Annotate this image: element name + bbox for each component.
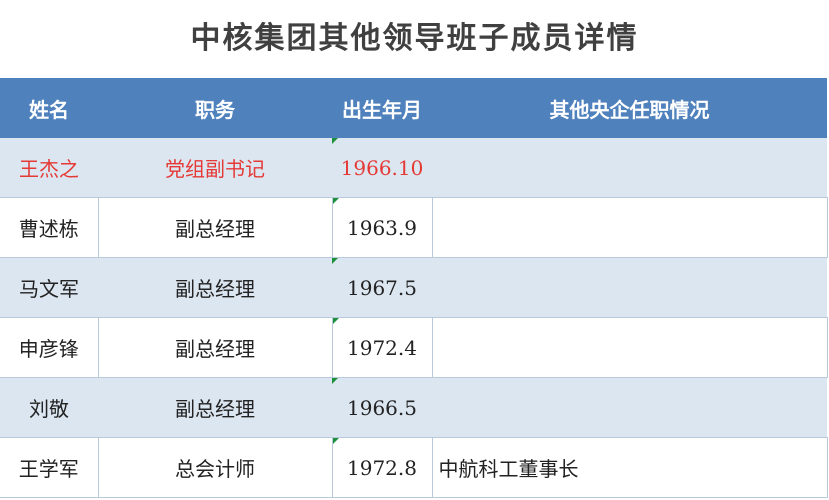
- cell-birth[interactable]: 1967.5: [332, 257, 432, 318]
- comment-marker-icon: [332, 258, 338, 264]
- comment-marker-icon: [332, 438, 339, 444]
- table-row: 刘敬 副总经理 1966.5: [0, 377, 827, 438]
- cell-name[interactable]: 马文军: [0, 257, 98, 318]
- cell-birth-value: 1972.4: [347, 335, 417, 360]
- comment-marker-icon: [332, 378, 338, 384]
- comment-marker-icon: [332, 198, 339, 204]
- header-position[interactable]: 职务: [98, 78, 332, 138]
- cell-name[interactable]: 曹述栋: [0, 197, 99, 258]
- cell-position[interactable]: 副总经理: [98, 197, 333, 258]
- cell-birth-value: 1966.10: [340, 155, 424, 180]
- page-title: 中核集团其他领导班子成员详情: [190, 21, 639, 56]
- cell-position[interactable]: 副总经理: [98, 317, 333, 378]
- cell-other[interactable]: 中航科工董事长: [432, 437, 828, 498]
- cell-other[interactable]: [432, 197, 828, 258]
- cell-position[interactable]: 党组副书记: [98, 138, 332, 198]
- cell-birth-value: 1966.5: [347, 395, 417, 420]
- cell-birth[interactable]: 1966.10: [332, 138, 432, 198]
- cell-position[interactable]: 副总经理: [98, 377, 332, 438]
- cell-birth[interactable]: 1966.5: [332, 377, 432, 438]
- header-other-posts[interactable]: 其他央企任职情况: [432, 78, 827, 138]
- table-row: 王杰之 党组副书记 1966.10: [0, 138, 827, 198]
- comment-marker-icon: [332, 318, 339, 324]
- cell-other[interactable]: [432, 317, 828, 378]
- table-row: 王学军 总会计师 1972.8 中航科工董事长: [0, 437, 828, 498]
- cell-birth-value: 1963.9: [347, 215, 417, 240]
- table-row: 曹述栋 副总经理 1963.9: [0, 197, 828, 258]
- leaders-table: 姓名 职务 出生年月 其他央企任职情况 王杰之 党组副书记 1966.10 曹述…: [0, 78, 828, 498]
- cell-birth[interactable]: 1972.8: [332, 437, 433, 498]
- cell-position[interactable]: 副总经理: [98, 257, 332, 318]
- cell-birth-value: 1972.8: [347, 455, 417, 480]
- cell-birth-value: 1967.5: [347, 275, 417, 300]
- header-name[interactable]: 姓名: [0, 78, 98, 138]
- cell-name[interactable]: 刘敬: [0, 377, 98, 438]
- cell-name[interactable]: 王学军: [0, 437, 99, 498]
- comment-marker-icon: [332, 138, 338, 144]
- cell-birth[interactable]: 1972.4: [332, 317, 433, 378]
- cell-other[interactable]: [432, 138, 827, 198]
- cell-birth[interactable]: 1963.9: [332, 197, 433, 258]
- header-birth[interactable]: 出生年月: [332, 78, 432, 138]
- table-row: 申彦锋 副总经理 1972.4: [0, 317, 828, 378]
- cell-name[interactable]: 王杰之: [0, 138, 98, 198]
- sheet: 中核集团其他领导班子成员详情 姓名 职务 出生年月 其他央企任职情况 王杰之 党…: [0, 0, 829, 500]
- cell-position[interactable]: 总会计师: [98, 437, 333, 498]
- cell-other[interactable]: [432, 377, 827, 438]
- header-row: 姓名 职务 出生年月 其他央企任职情况: [0, 78, 827, 138]
- table-row: 马文军 副总经理 1967.5: [0, 257, 827, 318]
- cell-name[interactable]: 申彦锋: [0, 317, 99, 378]
- cell-other[interactable]: [432, 257, 827, 318]
